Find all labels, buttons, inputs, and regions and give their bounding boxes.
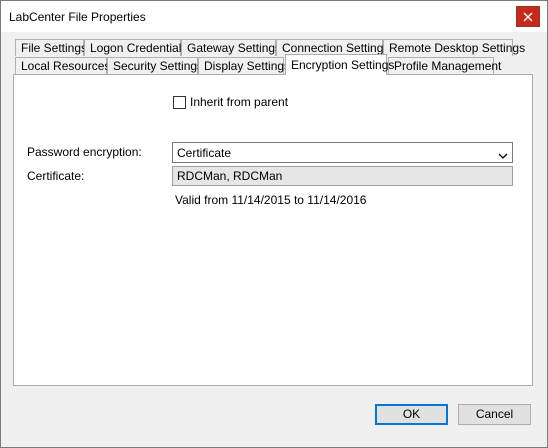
tab-label: File Settings <box>21 41 88 55</box>
tab-security-settings[interactable]: Security Settings <box>107 57 203 74</box>
tab-label: Connection Settings <box>282 41 390 55</box>
tab-gateway-settings[interactable]: Gateway Settings <box>181 39 281 56</box>
certificate-validity-text: Valid from 11/14/2015 to 11/14/2016 <box>175 193 367 207</box>
title-bar: LabCenter File Properties <box>1 1 547 32</box>
tab-label: Logon Credentials <box>90 41 188 55</box>
ok-button[interactable]: OK <box>375 404 448 425</box>
close-button[interactable] <box>516 6 540 27</box>
tab-logon-credentials[interactable]: Logon Credentials <box>84 39 187 56</box>
encryption-settings-panel <box>13 74 533 386</box>
tab-label: Encryption Settings <box>291 58 395 72</box>
inherit-from-parent-row[interactable]: Inherit from parent <box>173 95 288 109</box>
tab-remote-desktop-settings[interactable]: Remote Desktop Settings <box>383 39 525 56</box>
password-encryption-label: Password encryption: <box>27 145 142 159</box>
window-title: LabCenter File Properties <box>9 10 146 24</box>
tab-encryption-settings[interactable]: Encryption Settings <box>285 54 394 75</box>
tab-local-resources[interactable]: Local Resources <box>15 57 111 74</box>
tab-label: Security Settings <box>113 59 204 73</box>
tab-display-settings[interactable]: Display Settings <box>198 57 290 74</box>
tab-profile-management[interactable]: Profile Management <box>388 57 501 74</box>
certificate-label: Certificate: <box>27 169 85 183</box>
chevron-down-icon <box>498 149 508 163</box>
password-encryption-value: Certificate <box>177 146 232 160</box>
tab-label: Display Settings <box>204 59 291 73</box>
tab-label: Profile Management <box>394 59 502 73</box>
certificate-value: RDCMan, RDCMan <box>177 169 283 183</box>
tab-label: Remote Desktop Settings <box>389 41 526 55</box>
tab-file-settings[interactable]: File Settings <box>15 39 88 56</box>
close-icon <box>523 12 533 22</box>
inherit-from-parent-label: Inherit from parent <box>190 95 289 109</box>
password-encryption-select[interactable]: Certificate <box>172 142 513 163</box>
certificate-field: RDCMan, RDCMan <box>172 166 513 186</box>
inherit-from-parent-checkbox[interactable] <box>173 95 186 109</box>
cancel-button[interactable]: Cancel <box>458 404 531 425</box>
tab-label: Gateway Settings <box>187 41 282 55</box>
tab-label: Local Resources <box>21 59 111 73</box>
